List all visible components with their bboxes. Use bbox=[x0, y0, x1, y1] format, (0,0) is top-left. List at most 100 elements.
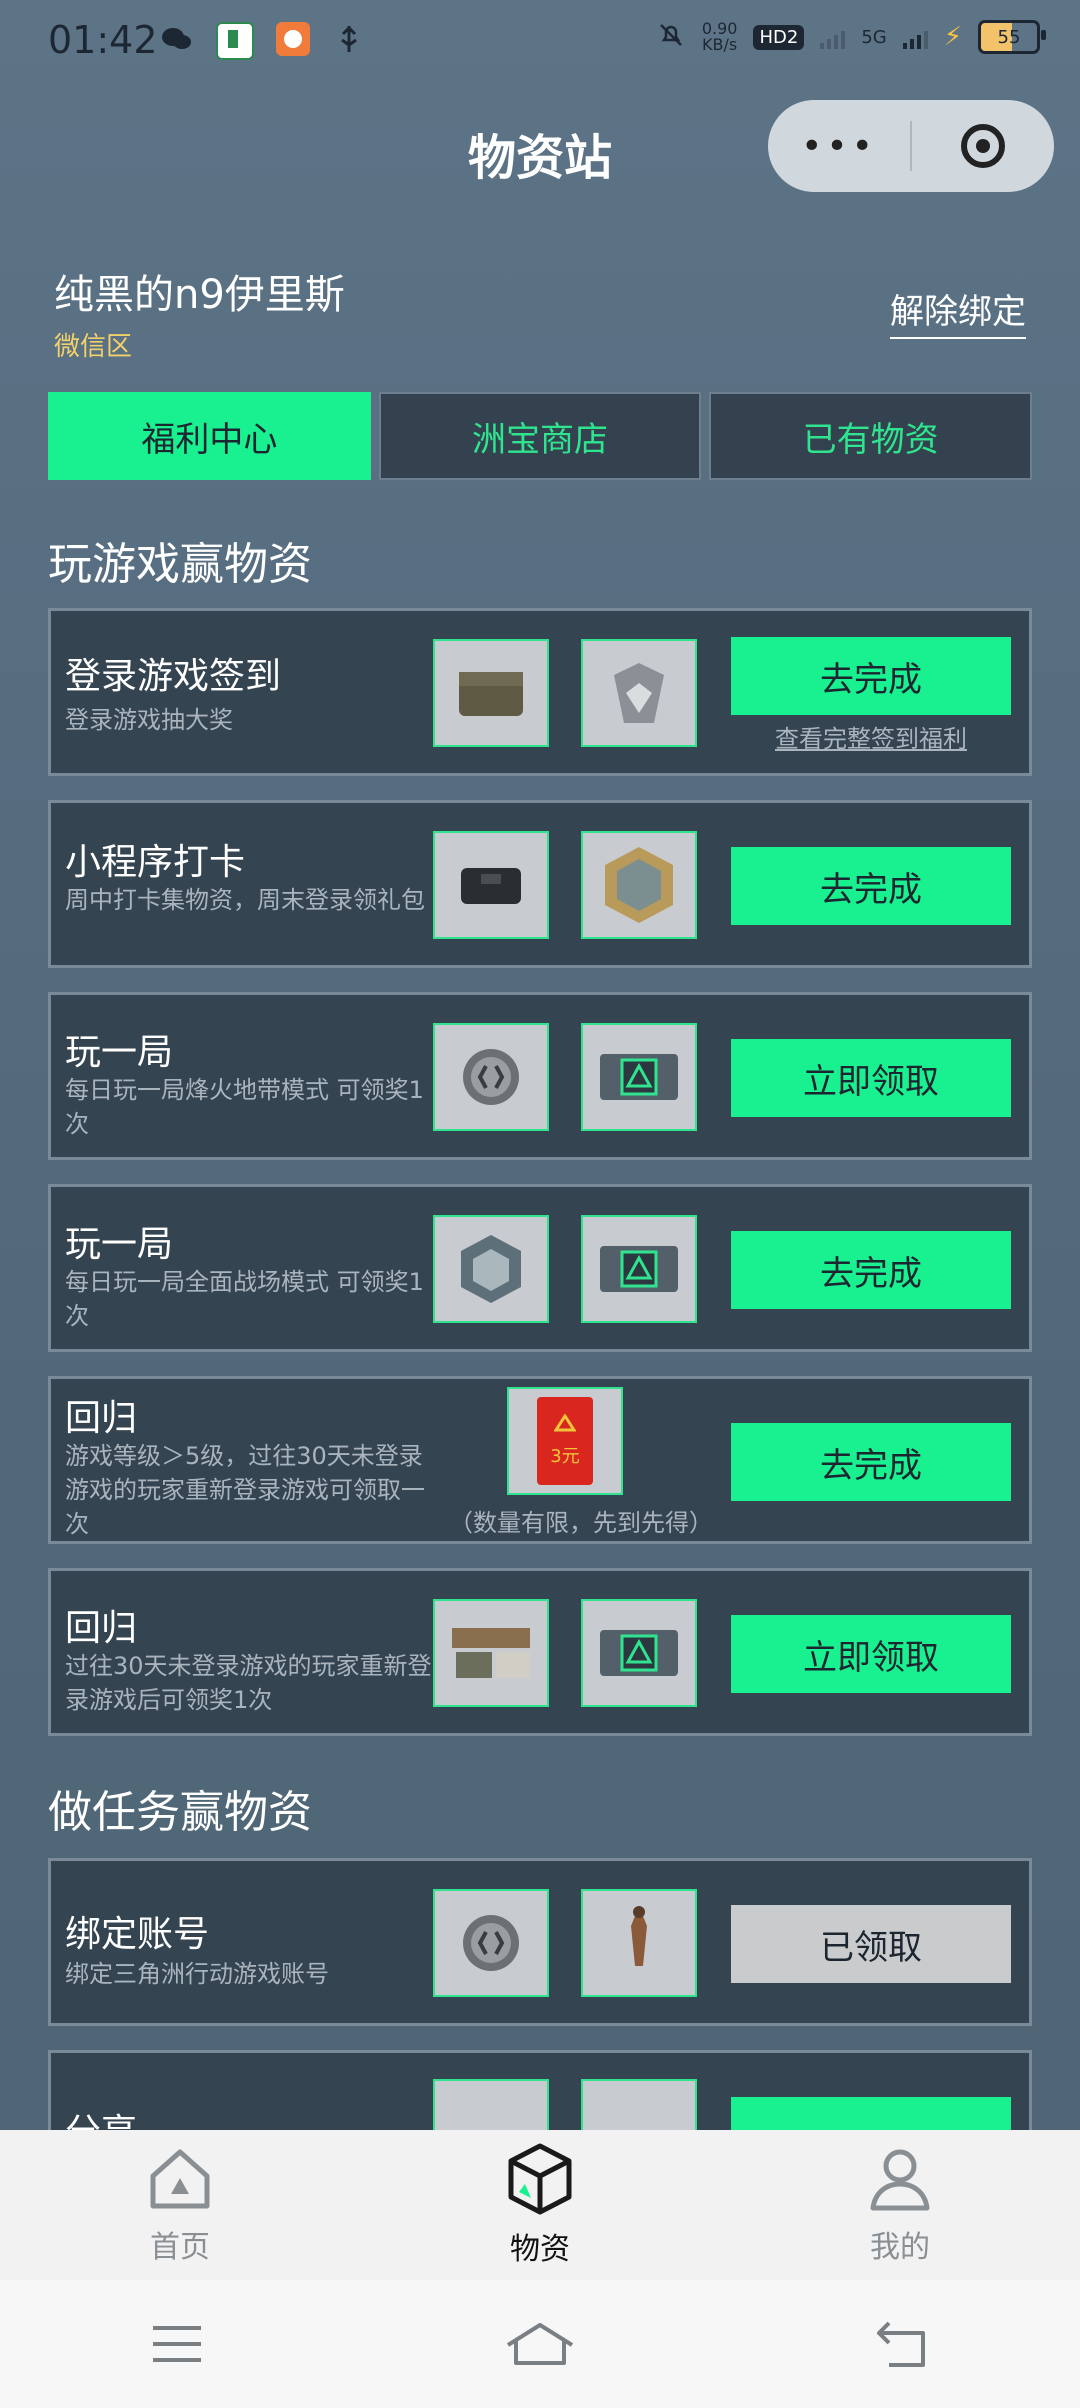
mini-program-capsule: ••• bbox=[768, 100, 1054, 192]
coupon-value: 3元 bbox=[550, 1446, 580, 1467]
bottom-tab-bar: 首页 物资 我的 bbox=[0, 2130, 1080, 2280]
task-description: 登录游戏抽大奖 bbox=[65, 706, 233, 734]
user-info: 纯黑的n9伊里斯 微信区 解除绑定 bbox=[54, 262, 1026, 363]
ticket-icon bbox=[600, 1054, 678, 1100]
close-mini-program-button[interactable] bbox=[912, 124, 1054, 168]
task-card: 回归 游戏等级＞5级，过往30天未登录游戏的玩家重新登录游戏可领取一次 3元 （… bbox=[48, 1376, 1032, 1544]
task-card: 登录游戏签到 登录游戏抽大奖 去完成 查看完整签到福利 bbox=[48, 608, 1032, 776]
limited-note: （数量有限，先到先得） bbox=[449, 1509, 713, 1537]
charging-icon: ⚡ bbox=[943, 22, 962, 52]
task-description: 每日玩一局烽火地带模式 可领奖1次 bbox=[65, 1076, 424, 1138]
complete-button[interactable]: 去完成 bbox=[731, 1423, 1011, 1501]
task-description: 绑定三角洲行动游戏账号 bbox=[65, 1960, 329, 1988]
tab-welfare-center[interactable]: 福利中心 bbox=[48, 392, 371, 480]
tab-shop[interactable]: 洲宝商店 bbox=[378, 392, 702, 480]
reward-item bbox=[581, 639, 697, 747]
claim-button[interactable]: 立即领取 bbox=[731, 1615, 1011, 1693]
task-description: 过往30天未登录游戏的玩家重新登录游戏后可领奖1次 bbox=[65, 1652, 432, 1714]
tabbar-me[interactable]: 我的 bbox=[720, 2130, 1080, 2280]
more-menu-button[interactable]: ••• bbox=[768, 126, 910, 167]
supplies-bundle-icon bbox=[452, 1628, 530, 1678]
clock: 01:42 bbox=[48, 18, 158, 62]
task-description: 每日玩一局全面战场模式 可领奖1次 bbox=[65, 1268, 424, 1330]
task-card: 玩一局 每日玩一局全面战场模式 可领奖1次 去完成 bbox=[48, 1184, 1032, 1352]
reward-item bbox=[433, 1215, 549, 1323]
section-title-play: 玩游戏赢物资 bbox=[48, 539, 312, 590]
reward-item bbox=[433, 831, 549, 939]
tabbar-home-label: 首页 bbox=[150, 2230, 210, 2265]
network-speed: 0.90 KB/s bbox=[701, 19, 738, 54]
reward-item bbox=[581, 831, 697, 939]
tab-strip: 福利中心 洲宝商店 已有物资 bbox=[48, 392, 1033, 480]
tabbar-supplies[interactable]: 物资 bbox=[360, 2130, 720, 2280]
section-title-tasks: 做任务赢物资 bbox=[48, 1787, 312, 1838]
task-title: 小程序打卡 bbox=[65, 842, 246, 883]
task-card: 回归 过往30天未登录游戏的玩家重新登录游戏后可领奖1次 立即领取 bbox=[48, 1568, 1032, 1736]
task-title: 登录游戏签到 bbox=[65, 656, 282, 697]
complete-button[interactable]: 去完成 bbox=[731, 637, 1011, 715]
notification-icons bbox=[160, 22, 366, 60]
reward-item bbox=[433, 1023, 549, 1131]
ticket-icon bbox=[600, 1630, 678, 1676]
claimed-button[interactable]: 已领取 bbox=[731, 1905, 1011, 1983]
hex-badge-icon bbox=[605, 847, 673, 923]
battery-indicator: 55 bbox=[978, 20, 1046, 54]
task-title: 绑定账号 bbox=[65, 1914, 210, 1955]
reward-item: 3元 bbox=[507, 1387, 623, 1495]
tab-owned-items[interactable]: 已有物资 bbox=[709, 392, 1033, 480]
target-icon bbox=[961, 124, 1005, 168]
menu-icon[interactable] bbox=[149, 2322, 205, 2366]
mute-icon bbox=[656, 20, 686, 54]
task-title: 玩一局 bbox=[65, 1032, 174, 1073]
signal-icon bbox=[902, 25, 928, 49]
tabbar-supplies-label: 物资 bbox=[510, 2232, 570, 2267]
task-description: 游戏等级＞5级，过往30天未登录游戏的玩家重新登录游戏可领取一次 bbox=[65, 1442, 425, 1538]
supply-crate-icon bbox=[459, 672, 523, 716]
status-bar: 01:42 0.90 KB/s HD2 5G ⚡ 55 bbox=[0, 0, 1080, 84]
ticket-icon bbox=[600, 1246, 678, 1292]
user-region: 微信区 bbox=[54, 332, 133, 362]
home-nav-icon[interactable] bbox=[504, 2319, 576, 2369]
back-icon[interactable] bbox=[875, 2319, 931, 2369]
claim-button[interactable]: 立即领取 bbox=[731, 1039, 1011, 1117]
device-icon bbox=[461, 868, 521, 904]
signal-weak-icon bbox=[820, 25, 846, 49]
network-type: 5G bbox=[861, 26, 887, 48]
reward-item bbox=[433, 1599, 549, 1707]
task-card: 玩一局 每日玩一局烽火地带模式 可领奖1次 立即领取 bbox=[48, 992, 1032, 1160]
home-icon bbox=[150, 2149, 210, 2209]
cube-icon bbox=[508, 2143, 572, 2215]
coin-icon bbox=[463, 1049, 519, 1105]
badge-icon bbox=[614, 663, 664, 723]
tabbar-me-label: 我的 bbox=[870, 2230, 930, 2265]
reward-item bbox=[581, 1023, 697, 1131]
view-checkin-rewards-link[interactable]: 查看完整签到福利 bbox=[731, 719, 1011, 754]
complete-button[interactable]: 去完成 bbox=[731, 1231, 1011, 1309]
task-card: 绑定账号 绑定三角洲行动游戏账号 已领取 bbox=[48, 1858, 1032, 2026]
user-name: 纯黑的n9伊里斯 bbox=[54, 272, 345, 318]
app-icon-orange bbox=[276, 22, 310, 56]
task-title: 回归 bbox=[65, 1398, 138, 1439]
coin-icon bbox=[463, 1915, 519, 1971]
unbind-button[interactable]: 解除绑定 bbox=[890, 284, 1026, 339]
reward-item bbox=[433, 639, 549, 747]
profile-icon bbox=[870, 2149, 930, 2211]
usb-icon bbox=[332, 22, 366, 56]
reward-item bbox=[433, 1889, 549, 1997]
task-title: 回归 bbox=[65, 1608, 138, 1649]
reward-item bbox=[581, 1215, 697, 1323]
task-description: 周中打卡集物资，周末登录领礼包 bbox=[65, 886, 425, 914]
red-envelope-icon: 3元 bbox=[537, 1397, 593, 1485]
figure-charm-icon bbox=[631, 1906, 647, 1966]
system-indicators: 0.90 KB/s HD2 5G ⚡ 55 bbox=[656, 19, 1046, 54]
task-card: 小程序打卡 周中打卡集物资，周末登录领礼包 去完成 bbox=[48, 800, 1032, 968]
system-navigation-bar bbox=[0, 2280, 1080, 2408]
task-title: 玩一局 bbox=[65, 1224, 174, 1265]
wechat-icon bbox=[160, 22, 194, 56]
complete-button[interactable]: 去完成 bbox=[731, 847, 1011, 925]
mini-program-navbar: 物资站 ••• bbox=[0, 90, 1080, 210]
tabbar-home[interactable]: 首页 bbox=[0, 2130, 360, 2280]
reward-item bbox=[581, 1599, 697, 1707]
app-icon-green bbox=[216, 22, 254, 60]
reward-item bbox=[581, 1889, 697, 1997]
